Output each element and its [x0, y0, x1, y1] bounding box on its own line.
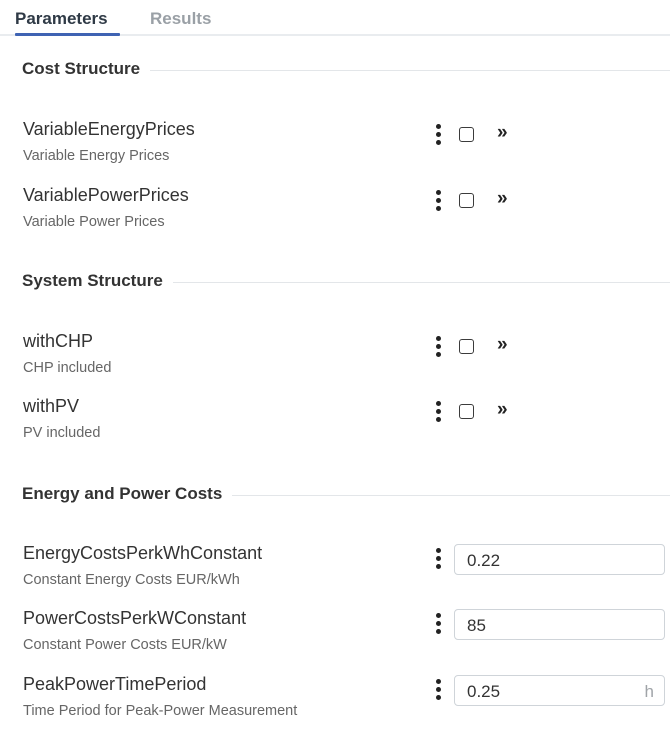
- variable-power-prices-checkbox[interactable]: [459, 193, 474, 208]
- param-row-variable-energy-prices: VariableEnergyPrices Variable Energy Pri…: [22, 119, 670, 175]
- param-description: Variable Power Prices: [23, 214, 165, 230]
- param-name: PowerCostsPerkWConstant: [23, 608, 247, 628]
- section-system-structure: System Structure: [22, 271, 670, 295]
- param-name: withCHP: [23, 331, 94, 351]
- param-row-with-pv: withPV PV included »: [22, 396, 670, 452]
- kebab-menu-icon[interactable]: [435, 336, 443, 358]
- param-name: withPV: [23, 396, 80, 416]
- kebab-menu-icon[interactable]: [435, 548, 443, 570]
- tab-bar: Parameters Results: [0, 0, 670, 36]
- param-description: CHP included: [23, 360, 112, 376]
- input-value: 0.22: [467, 551, 501, 570]
- peak-power-time-period-input[interactable]: 0.25 h: [454, 675, 665, 706]
- param-name: PeakPowerTimePeriod: [23, 674, 207, 694]
- section-title: System Structure: [22, 271, 173, 291]
- param-description: Variable Energy Prices: [23, 148, 170, 164]
- kebab-menu-icon[interactable]: [435, 679, 443, 701]
- param-row-power-costs: PowerCostsPerkWConstant Constant Power C…: [22, 608, 670, 664]
- double-chevron-right-icon[interactable]: »: [497, 122, 508, 144]
- param-row-peak-power-time-period: PeakPowerTimePeriod Time Period for Peak…: [22, 674, 670, 730]
- with-chp-checkbox[interactable]: [459, 339, 474, 354]
- double-chevron-right-icon[interactable]: »: [497, 399, 508, 421]
- power-costs-input[interactable]: 85: [454, 609, 665, 640]
- param-name: EnergyCostsPerkWhConstant: [23, 543, 263, 563]
- tab-parameters[interactable]: Parameters: [15, 9, 108, 29]
- active-tab-indicator: [15, 33, 120, 36]
- double-chevron-right-icon[interactable]: »: [497, 188, 508, 210]
- kebab-menu-icon[interactable]: [435, 124, 443, 146]
- param-name: VariableEnergyPrices: [23, 119, 195, 139]
- section-cost-structure: Cost Structure: [22, 59, 670, 83]
- section-title: Cost Structure: [22, 59, 151, 79]
- section-energy-and-power-costs: Energy and Power Costs: [22, 484, 670, 508]
- section-title: Energy and Power Costs: [22, 484, 233, 504]
- param-description: Constant Energy Costs EUR/kWh: [23, 572, 240, 588]
- with-pv-checkbox[interactable]: [459, 404, 474, 419]
- energy-costs-input[interactable]: 0.22: [454, 544, 665, 575]
- param-row-with-chp: withCHP CHP included »: [22, 331, 670, 387]
- tab-results[interactable]: Results: [150, 9, 211, 29]
- param-row-energy-costs: EnergyCostsPerkWhConstant Constant Energ…: [22, 543, 670, 599]
- param-description: Time Period for Peak-Power Measurement: [23, 703, 298, 719]
- kebab-menu-icon[interactable]: [435, 613, 443, 635]
- input-unit: h: [644, 682, 654, 701]
- param-row-variable-power-prices: VariablePowerPrices Variable Power Price…: [22, 185, 670, 241]
- double-chevron-right-icon[interactable]: »: [497, 334, 508, 356]
- param-description: Constant Power Costs EUR/kW: [23, 637, 227, 653]
- variable-energy-prices-checkbox[interactable]: [459, 127, 474, 142]
- param-name: VariablePowerPrices: [23, 185, 189, 205]
- kebab-menu-icon[interactable]: [435, 401, 443, 423]
- input-value: 0.25: [467, 682, 501, 701]
- input-value: 85: [467, 616, 486, 635]
- kebab-menu-icon[interactable]: [435, 190, 443, 212]
- param-description: PV included: [23, 425, 101, 441]
